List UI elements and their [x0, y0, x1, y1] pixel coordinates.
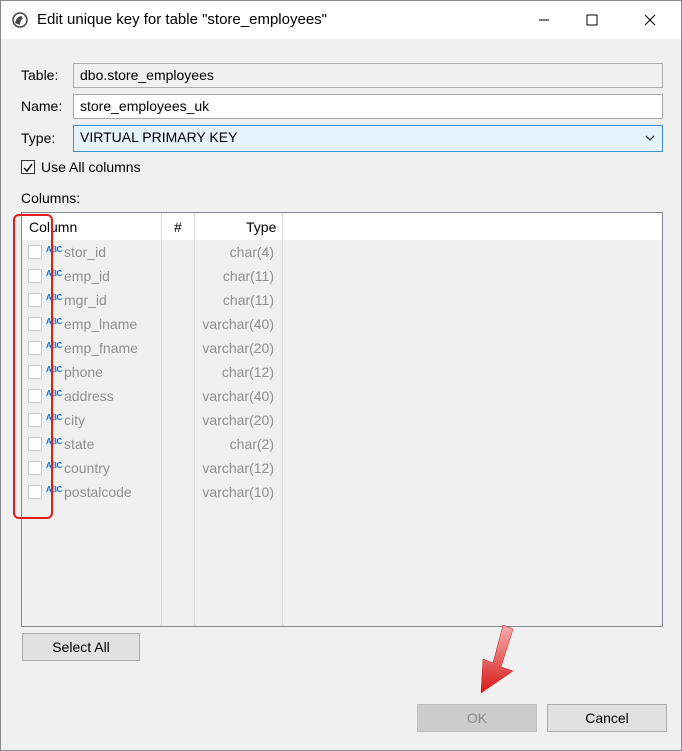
minimize-icon: [539, 19, 549, 21]
close-button[interactable]: [627, 1, 673, 39]
table-row[interactable]: ABC city varchar(20): [22, 409, 662, 433]
column-name: stor_id: [64, 244, 107, 260]
table-row[interactable]: ABC state char(2): [22, 433, 662, 457]
column-type: varchar(10): [202, 484, 274, 500]
maximize-icon: [586, 14, 598, 26]
table-row[interactable]: ABC address varchar(40): [22, 385, 662, 409]
table-field: dbo.store_employees: [73, 63, 663, 88]
columns-label: Columns:: [21, 190, 81, 206]
table-row[interactable]: ABC emp_lname varchar(40): [22, 313, 662, 337]
column-type: char(2): [229, 436, 274, 452]
table-row[interactable]: ABC emp_id char(11): [22, 265, 662, 289]
column-type: varchar(20): [202, 340, 274, 356]
column-type: varchar(12): [202, 460, 274, 476]
minimize-button[interactable]: [521, 1, 567, 39]
header-hash[interactable]: #: [174, 219, 182, 235]
maximize-button[interactable]: [569, 1, 615, 39]
column-type: varchar(20): [202, 412, 274, 428]
type-select-value: VIRTUAL PRIMARY KEY: [80, 129, 238, 145]
window-title: Edit unique key for table "store_employe…: [37, 11, 327, 28]
type-label: Type:: [21, 130, 56, 146]
cancel-button[interactable]: Cancel: [547, 704, 667, 732]
title-bar: Edit unique key for table "store_employe…: [1, 1, 681, 39]
column-name: emp_fname: [64, 340, 138, 356]
table-row[interactable]: ABC postalcode varchar(10): [22, 481, 662, 505]
column-type: char(12): [221, 364, 274, 380]
column-name: postalcode: [64, 484, 132, 500]
column-type: char(4): [229, 244, 274, 260]
column-name: state: [64, 436, 95, 452]
checkmark-icon: [23, 163, 33, 173]
close-icon: [644, 14, 656, 26]
type-select[interactable]: VIRTUAL PRIMARY KEY: [73, 125, 663, 152]
table-row[interactable]: ABC emp_fname varchar(20): [22, 337, 662, 361]
app-logo-icon: [12, 12, 28, 28]
name-input[interactable]: store_employees_uk: [73, 94, 663, 119]
dialog-window: Edit unique key for table "store_employe…: [0, 0, 682, 751]
column-type: varchar(40): [202, 388, 274, 404]
table-row[interactable]: ABC phone char(12): [22, 361, 662, 385]
table-label: Table:: [21, 67, 59, 83]
column-name: phone: [64, 364, 103, 380]
select-all-button[interactable]: Select All: [22, 633, 140, 661]
ok-button[interactable]: OK: [417, 704, 537, 732]
column-name: address: [64, 388, 114, 404]
use-all-columns-checkbox[interactable]: [21, 160, 35, 174]
column-type: char(11): [222, 268, 274, 284]
column-name: emp_id: [64, 268, 110, 284]
table-row[interactable]: ABC stor_id char(4): [22, 241, 662, 265]
use-all-columns-label: Use All columns: [41, 159, 141, 175]
chevron-down-icon: [645, 135, 655, 141]
column-name: city: [64, 412, 85, 428]
pointer-arrow-annotation: [480, 624, 514, 694]
column-type: varchar(40): [202, 316, 274, 332]
column-type: char(11): [222, 292, 274, 308]
columns-table[interactable]: Column # Type ABC stor_id char(4) ABC emp_id…: [21, 212, 663, 627]
table-header: Column # Type: [22, 213, 662, 240]
table-row[interactable]: ABC mgr_id char(11): [22, 289, 662, 313]
column-name: emp_lname: [64, 316, 138, 332]
name-label: Name:: [21, 98, 63, 114]
highlight-annotation: [13, 214, 53, 519]
column-name: mgr_id: [64, 292, 107, 308]
header-type[interactable]: Type: [246, 219, 276, 235]
table-row[interactable]: ABC country varchar(12): [22, 457, 662, 481]
column-name: country: [64, 460, 110, 476]
